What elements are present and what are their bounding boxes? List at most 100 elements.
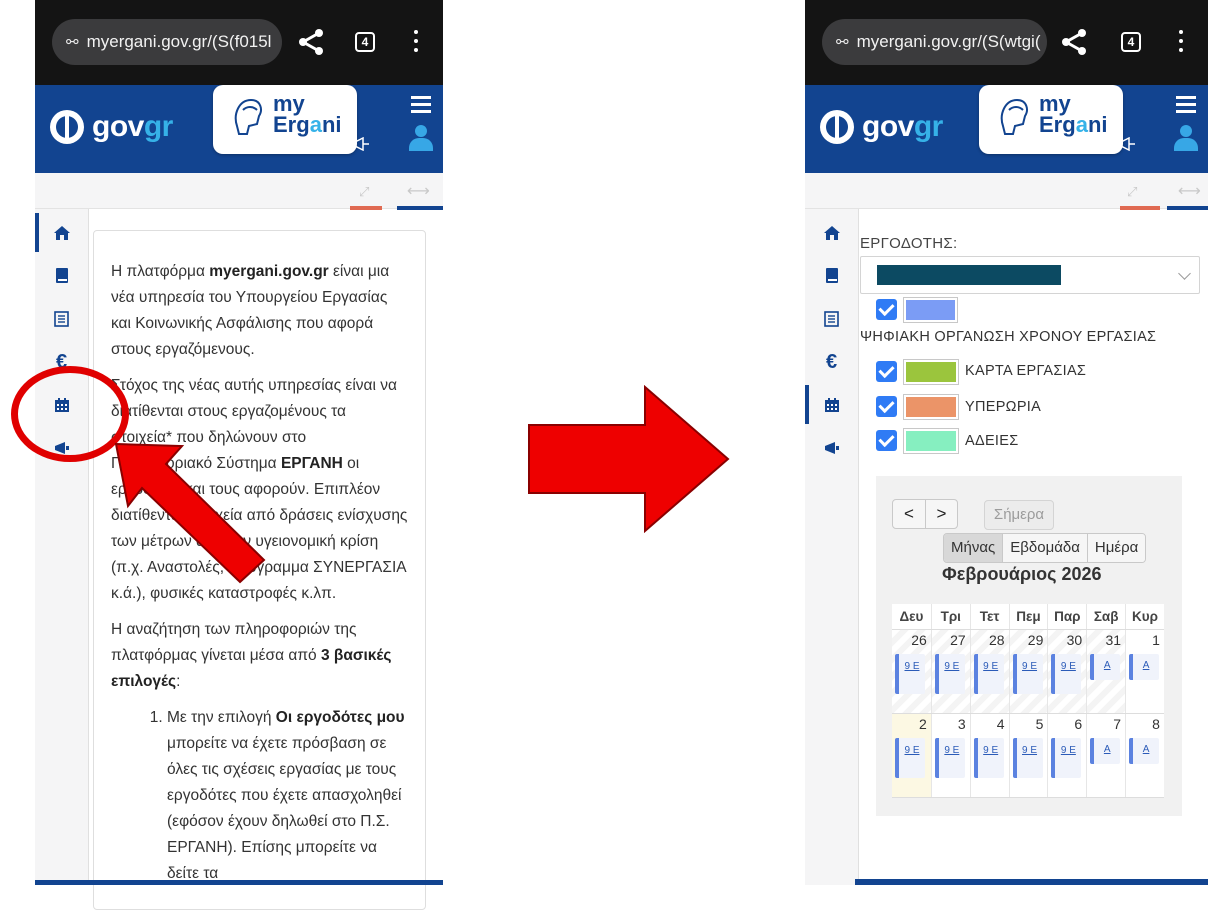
gov-logo-text: gov [862, 110, 914, 143]
calendar-day[interactable]: 59 Ε [1008, 714, 1048, 797]
calendar-day[interactable]: 7Α [1086, 714, 1125, 797]
overtime-checkbox[interactable] [876, 396, 897, 417]
calendar-day[interactable]: 29 9 Ε [1008, 630, 1048, 713]
calendar-event[interactable]: Α [1129, 654, 1160, 680]
view-month-button[interactable]: Μήνας [944, 534, 1003, 562]
side-item-list[interactable] [805, 297, 858, 340]
calendar-event[interactable]: 9 Ε [895, 654, 925, 694]
announcement-icon[interactable] [1119, 137, 1137, 151]
weekday-label: Πεμ [1008, 604, 1048, 629]
fullscreen-icon[interactable]: ⤢ [359, 185, 373, 199]
calendar-day[interactable]: 27 9 Ε [930, 630, 970, 713]
right-bottom-bar [855, 879, 1208, 885]
book-icon [825, 268, 838, 283]
myergani-logo[interactable]: my Ergani [979, 85, 1123, 154]
fullscreen-icon[interactable]: ⤢ [1127, 185, 1141, 199]
hamburger-menu-icon[interactable] [411, 96, 431, 117]
gov-logo-accent: gr [143, 110, 174, 143]
announcement-icon[interactable] [353, 137, 371, 151]
ergani-logo-word: Ergani [1039, 113, 1108, 137]
user-icon[interactable] [1174, 125, 1198, 151]
today-button[interactable]: Σήμερα [984, 500, 1054, 530]
weekday-header: Δευ Τρι Τετ Πεμ Παρ Σαβ Κυρ [892, 604, 1164, 630]
day-number: 28 [988, 632, 1005, 648]
calendar-day[interactable]: 1Α [1125, 630, 1164, 713]
site-settings-icon[interactable]: ⚯ [836, 20, 849, 65]
work-card-swatch [903, 359, 959, 385]
side-item-euro[interactable]: € [805, 340, 858, 383]
side-item-book[interactable] [805, 254, 858, 297]
site-settings-icon[interactable]: ⚯ [66, 20, 79, 65]
govgr-logo[interactable]: govgr [820, 107, 943, 147]
user-icon[interactable] [409, 125, 433, 151]
share-icon[interactable] [1058, 26, 1090, 58]
paragraph-text: Η αναζήτηση των πληροφοριών της πλατφόρμ… [111, 621, 357, 664]
calendar-day[interactable]: 28 9 Ε [969, 630, 1009, 713]
day-number: 4 [996, 716, 1005, 732]
calendar-event[interactable]: 9 Ε [1012, 654, 1043, 694]
calendar-day[interactable]: 31 Α [1086, 630, 1126, 713]
ergani-helmet-icon [234, 98, 262, 135]
list-item-text: μπορείτε να έχετε πρόσβαση σε όλες τις σ… [167, 735, 402, 882]
day-number: 31 [1105, 632, 1122, 648]
content-toolbar: ⤢ ⟷ [805, 173, 1208, 209]
digital-org-label: ΨΗΦΙΑΚΗ ΟΡΓΑΝΩΣΗ ΧΡΟΝΟΥ ΕΡΓΑΣΙΑΣ [860, 329, 1157, 345]
employer-label: ΕΡΓΟΔΟΤΗΣ: [860, 235, 958, 252]
calendar-event[interactable]: 9 Ε [934, 738, 965, 778]
calendar-event[interactable]: Α [1129, 738, 1160, 764]
calendar-event[interactable]: Α [1090, 654, 1121, 680]
book-icon [55, 268, 68, 283]
calendar-event[interactable]: 9 Ε [973, 654, 1004, 694]
horizontal-scroll-icon[interactable]: ⟷ [407, 181, 430, 201]
more-options-icon[interactable] [1177, 30, 1185, 56]
address-bar[interactable]: ⚯ myergani.gov.gr/(S(wtgi( [822, 19, 1047, 65]
govgr-logo[interactable]: govgr [50, 107, 173, 147]
horizontal-scroll-icon[interactable]: ⟷ [1178, 181, 1201, 201]
calendar-event[interactable]: 9 Ε [934, 654, 965, 694]
myergani-logo[interactable]: my Ergani [213, 85, 357, 154]
calendar-day-today[interactable]: 29 Ε [892, 714, 931, 797]
employer-select[interactable] [860, 256, 1200, 294]
day-number: 7 [1113, 716, 1122, 732]
calendar-event[interactable]: 9 Ε [1051, 654, 1082, 694]
calendar-day[interactable]: 26 9 Ε [892, 630, 931, 713]
calendar-day[interactable]: 49 Ε [969, 714, 1009, 797]
calendar-event[interactable]: 9 Ε [1012, 738, 1043, 778]
view-day-button[interactable]: Ημέρα [1086, 534, 1146, 562]
leave-label: ΑΔΕΙΕΣ [965, 433, 1019, 449]
ergani-logo-part: ni [321, 112, 342, 137]
prev-month-button[interactable]: < [893, 500, 925, 528]
tabs-count-icon[interactable]: 4 [1121, 32, 1141, 52]
more-options-icon[interactable] [412, 30, 420, 56]
gov-logo-text: gov [92, 110, 144, 143]
next-month-button[interactable]: > [925, 500, 957, 528]
side-item-list[interactable] [35, 297, 88, 340]
calendar-day[interactable]: 8Α [1125, 714, 1164, 797]
side-item-home[interactable] [805, 211, 858, 254]
side-item-announcements[interactable] [805, 426, 858, 469]
calendar-day[interactable]: 39 Ε [930, 714, 970, 797]
share-icon[interactable] [295, 26, 327, 58]
hamburger-menu-icon[interactable] [1176, 96, 1196, 117]
side-menu: € [35, 209, 89, 885]
work-card-checkbox[interactable] [876, 361, 897, 382]
leave-checkbox[interactable] [876, 430, 897, 451]
calendar-event[interactable]: 9 Ε [973, 738, 1004, 778]
calendar-event[interactable]: 9 Ε [1051, 738, 1082, 778]
employer-checkbox[interactable] [876, 299, 897, 320]
calendar-event[interactable]: 9 Ε [895, 738, 925, 778]
side-item-home[interactable] [35, 211, 88, 254]
day-number: 2 [919, 716, 927, 732]
view-week-button[interactable]: Εβδομάδα [1002, 534, 1087, 562]
ergani-logo-word: Ergani [273, 113, 342, 137]
side-item-calendar[interactable] [805, 383, 858, 426]
calendar-day[interactable]: 69 Ε [1047, 714, 1086, 797]
address-bar[interactable]: ⚯ myergani.gov.gr/(S(f015l [52, 19, 282, 65]
paragraph-bold: myergani.gov.gr [209, 263, 329, 280]
calendar-event[interactable]: Α [1090, 738, 1121, 764]
tabs-count-icon[interactable]: 4 [355, 32, 375, 52]
calendar-day[interactable]: 30 9 Ε [1047, 630, 1087, 713]
paragraph-bold: ΕΡΓΑΝΗ [280, 455, 343, 472]
calendar-week-1: 26 9 Ε 27 9 Ε 28 9 Ε 29 9 Ε 30 9 Ε 31 Α 1Α [892, 630, 1164, 714]
side-item-book[interactable] [35, 254, 88, 297]
